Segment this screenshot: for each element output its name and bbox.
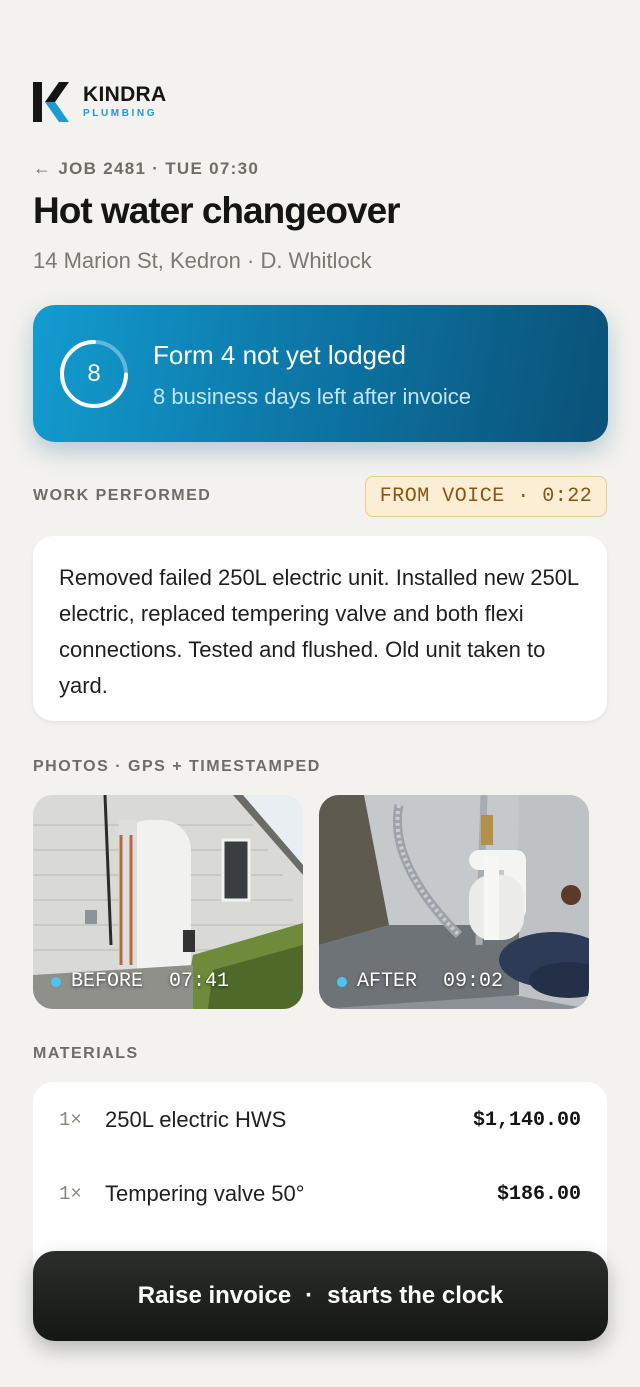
work-description-text: Removed failed 250L electric unit. Insta…	[59, 565, 579, 698]
back-arrow-icon[interactable]: ←	[33, 158, 52, 179]
materials-section-label: MATERIALS	[33, 1045, 139, 1062]
gps-dot-icon	[51, 976, 61, 987]
days-count: 8	[87, 360, 101, 387]
material-qty: 1×	[59, 1183, 82, 1205]
brand-name: KINDRA	[83, 83, 167, 106]
material-row[interactable]: 1× 250L electric HWS $1,140.00	[59, 1100, 581, 1140]
kindra-logo-icon	[33, 82, 69, 122]
material-name: 250L electric HWS	[105, 1107, 287, 1132]
page-title: Hot water changeover	[33, 190, 401, 231]
before-time: 07:41	[169, 970, 230, 993]
brand-logo: KINDRA PLUMBING	[33, 82, 166, 122]
before-tag: BEFORE	[71, 970, 144, 993]
work-section-label: WORK PERFORMED	[33, 487, 212, 504]
material-qty: 1×	[59, 1109, 82, 1131]
after-tag: AFTER	[357, 970, 418, 993]
form4-alert-banner[interactable]: 8 Form 4 not yet lodged 8 business days …	[33, 305, 608, 442]
voice-source-badge[interactable]: FROM VOICE · 0:22	[365, 476, 607, 517]
material-row[interactable]: 1× Tempering valve 50° $186.00	[59, 1174, 581, 1214]
brand-sub: PLUMBING	[83, 108, 158, 119]
photo-after[interactable]: AFTER 09:02	[319, 795, 589, 1009]
after-time: 09:02	[443, 970, 504, 993]
job-address: 14 Marion St, Kedron · D. Whitlock	[33, 248, 372, 273]
gps-dot-icon	[337, 976, 347, 987]
photos-section-label: PHOTOS · GPS + TIMESTAMPED	[33, 758, 321, 775]
alert-subtitle: 8 business days left after invoice	[153, 384, 471, 409]
work-description-card[interactable]: Removed failed 250L electric unit. Insta…	[33, 536, 607, 721]
back-breadcrumb[interactable]: ← JOB 2481 · TUE 07:30	[33, 158, 259, 179]
cta-label: Raise invoice	[137, 1282, 292, 1309]
before-photo-caption: BEFORE 07:41	[51, 970, 229, 993]
cta-sublabel: starts the clock	[327, 1282, 504, 1309]
material-price: $186.00	[496, 1182, 581, 1206]
material-name: Tempering valve 50°	[105, 1181, 305, 1206]
photo-before[interactable]: BEFORE 07:41	[33, 795, 303, 1009]
after-photo-caption: AFTER 09:02	[337, 970, 503, 993]
job-crumb-text: JOB 2481 · TUE 07:30	[58, 158, 260, 178]
cta-separator: ·	[305, 1282, 314, 1309]
raise-invoice-button[interactable]: Raise invoice · starts the clock	[33, 1251, 608, 1341]
alert-title: Form 4 not yet lodged	[153, 340, 406, 370]
material-price: $1,140.00	[472, 1108, 581, 1132]
